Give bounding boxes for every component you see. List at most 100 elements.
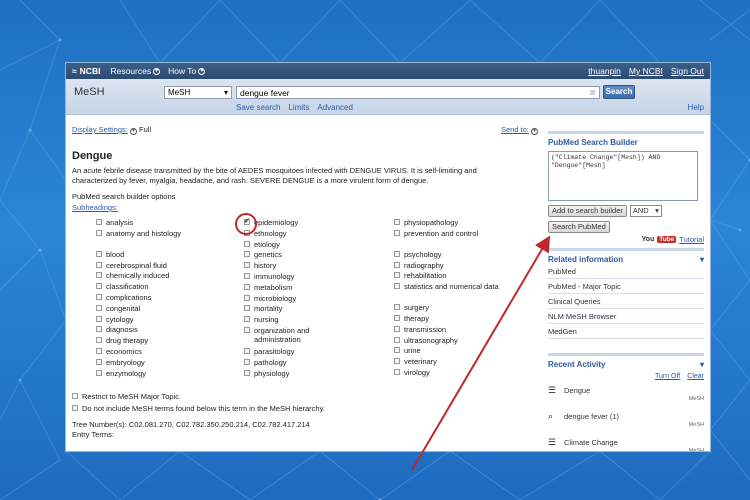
- subheading-checkbox-diagnosis[interactable]: diagnosis: [96, 325, 181, 336]
- subheading-checkbox-ethnology[interactable]: ethnology: [244, 229, 334, 240]
- checkbox-icon: [244, 240, 250, 247]
- checkbox-icon: [394, 229, 400, 236]
- subheading-checkbox-therapy[interactable]: therapy: [394, 314, 499, 325]
- subheading-checkbox-ultrasonography[interactable]: ultrasonography: [394, 336, 499, 347]
- ncbi-logo[interactable]: ≈ NCBI: [72, 66, 100, 76]
- subheading-label: analysis: [106, 218, 134, 227]
- recent-activity-item[interactable]: ☰ Climate Change: [548, 436, 704, 448]
- subheading-checkbox-complications[interactable]: complications: [96, 293, 181, 304]
- chevron-down-icon[interactable]: ▼: [531, 128, 538, 135]
- dropdown-arrow-icon: ▾: [223, 88, 228, 97]
- subheading-checkbox-analysis[interactable]: analysis: [96, 218, 181, 229]
- search-icon: ⌕: [548, 410, 554, 421]
- subheading-checkbox-mortality[interactable]: mortality: [244, 304, 334, 315]
- checkbox-icon: [244, 326, 250, 333]
- subheading-checkbox-metabolism[interactable]: metabolism: [244, 283, 334, 294]
- related-info-item[interactable]: NLM MeSH Browser: [548, 309, 704, 324]
- checkbox-icon: [244, 294, 250, 301]
- user-link[interactable]: thuanpin: [588, 66, 621, 76]
- search-pubmed-button[interactable]: Search PubMed: [548, 221, 610, 233]
- send-to-link[interactable]: Send to:: [501, 125, 529, 134]
- clear-icon[interactable]: ⊗: [589, 88, 596, 97]
- subheading-checkbox-urine[interactable]: urine: [394, 346, 499, 357]
- display-settings-link[interactable]: Display Settings:: [72, 125, 128, 134]
- subheading-checkbox-genetics[interactable]: genetics: [244, 250, 334, 261]
- restrict-major-topic-checkbox[interactable]: Restrict to MeSH Major Topic.: [72, 392, 538, 404]
- chevron-down-icon[interactable]: ▼: [129, 128, 137, 135]
- subheadings-link[interactable]: Subheadings:: [72, 203, 538, 212]
- subheading-checkbox-virology[interactable]: virology: [394, 368, 499, 379]
- subheading-checkbox-enzymology[interactable]: enzymology: [96, 369, 181, 380]
- subheading-checkbox-anatomy-and-histology[interactable]: anatomy and histology: [96, 229, 181, 250]
- subheading-checkbox-etiology[interactable]: etiology: [244, 240, 334, 251]
- subheading-checkbox-classification[interactable]: classification: [96, 282, 181, 293]
- search-input[interactable]: dengue fever ⊗: [236, 86, 600, 99]
- subheading-checkbox-blood[interactable]: blood: [96, 250, 181, 261]
- subheading-checkbox-history[interactable]: history: [244, 261, 334, 272]
- related-info-item[interactable]: Clinical Queries: [548, 294, 704, 309]
- recent-activity-item[interactable]: ☰ Dengue: [548, 384, 704, 396]
- database-select[interactable]: MeSH ▾: [164, 86, 232, 99]
- subheading-checkbox-rehabilitation[interactable]: rehabilitation: [394, 271, 499, 282]
- operator-select[interactable]: AND ▾: [629, 205, 662, 217]
- checkbox-icon: [394, 336, 400, 343]
- search-button[interactable]: Search: [603, 85, 635, 99]
- subheading-checkbox-chemically-induced[interactable]: chemically induced: [96, 271, 181, 282]
- subheading-checkbox-radiography[interactable]: radiography: [394, 261, 499, 272]
- howto-menu[interactable]: How To ▼: [168, 66, 206, 76]
- subheading-checkbox-drug-therapy[interactable]: drug therapy: [96, 336, 181, 347]
- subheadings-grid: analysis anatomy and histology blood cerebr…: [72, 213, 538, 388]
- highlight-circle: [235, 213, 257, 235]
- subheading-checkbox-transmission[interactable]: transmission: [394, 325, 499, 336]
- collapse-icon[interactable]: ▾: [700, 360, 704, 369]
- subheading-checkbox-pathology[interactable]: pathology: [244, 358, 334, 369]
- subheading-label: physiology: [254, 368, 290, 378]
- my-ncbi-link[interactable]: My NCBI: [629, 66, 663, 76]
- no-explode-checkbox[interactable]: Do not include MeSH terms found below th…: [72, 404, 538, 416]
- help-link[interactable]: Help: [688, 103, 704, 112]
- save-search-link[interactable]: Save search: [236, 103, 280, 112]
- sign-out-link[interactable]: Sign Out: [671, 66, 704, 76]
- subheading-checkbox-immunology[interactable]: immunology: [244, 272, 334, 283]
- operator-value: AND: [632, 206, 649, 215]
- related-info-item[interactable]: PubMed - Major Topic: [548, 279, 704, 294]
- subheading-checkbox-organization-and-administration[interactable]: organization and administration: [244, 326, 334, 347]
- subheading-checkbox-embryology[interactable]: embryology: [96, 358, 181, 369]
- turn-off-link[interactable]: Turn Off: [655, 373, 680, 380]
- subheading-label: organization and administration: [254, 325, 310, 344]
- subheading-checkbox-prevention-and-control[interactable]: prevention and control: [394, 229, 499, 250]
- subheading-checkbox-epidemiology[interactable]: epidemiology: [244, 217, 334, 229]
- subheading-checkbox-microbiology[interactable]: microbiology: [244, 294, 334, 305]
- subheading-checkbox-congenital[interactable]: congenital: [96, 304, 181, 315]
- subheading-checkbox-nursing[interactable]: nursing: [244, 315, 334, 326]
- subheading-checkbox-surgery[interactable]: surgery: [394, 303, 499, 314]
- limits-link[interactable]: Limits: [288, 103, 309, 112]
- subheading-checkbox-physiopathology[interactable]: physiopathology: [394, 218, 499, 229]
- subheading-checkbox-cerebrospinal-fluid[interactable]: cerebrospinal fluid: [96, 261, 181, 272]
- clear-link[interactable]: Clear: [687, 373, 704, 380]
- checkbox-icon: [96, 358, 102, 365]
- tutorial-link[interactable]: Tutorial: [679, 235, 704, 244]
- subheadings-column-1: analysis anatomy and histology blood cerebr…: [96, 218, 181, 379]
- resources-menu[interactable]: Resources ▼: [110, 66, 161, 76]
- advanced-link[interactable]: Advanced: [317, 103, 353, 112]
- subheading-checkbox-parasitology[interactable]: parasitology: [244, 347, 334, 358]
- search-builder-textarea[interactable]: ("Climate Change"[Mesh]) AND "Dengue"[Me…: [548, 151, 698, 201]
- related-info-item[interactable]: MedGen: [548, 324, 704, 339]
- subheading-label: anatomy and histology: [106, 228, 182, 238]
- subheading-checkbox-psychology[interactable]: psychology: [394, 250, 499, 261]
- collapse-icon[interactable]: ▾: [700, 255, 704, 264]
- subheading-checkbox-statistics-and-numerical-data[interactable]: statistics and numerical data: [394, 282, 499, 303]
- youtube-tutorial[interactable]: You Tube Tutorial: [548, 235, 704, 244]
- subheading-checkbox-veterinary[interactable]: veterinary: [394, 357, 499, 368]
- subheading-checkbox-physiology[interactable]: physiology: [244, 369, 334, 380]
- subheading-label: virology: [404, 367, 430, 377]
- recent-activity-title: Recent Activity: [548, 360, 606, 369]
- browser-page: ≈ NCBI Resources ▼ How To ▼ thuanpin My NCB…: [66, 63, 710, 451]
- subheading-checkbox-cytology[interactable]: cytology: [96, 315, 181, 326]
- recent-activity-item[interactable]: ⌕ dengue fever (1): [548, 410, 704, 422]
- add-to-search-builder-button[interactable]: Add to search builder: [548, 205, 627, 217]
- subheading-checkbox-economics[interactable]: economics: [96, 347, 181, 358]
- related-info-item[interactable]: PubMed: [548, 264, 704, 279]
- tree-numbers-value: C02.081.270, C02.782.350.250.214, C02.78…: [128, 420, 310, 429]
